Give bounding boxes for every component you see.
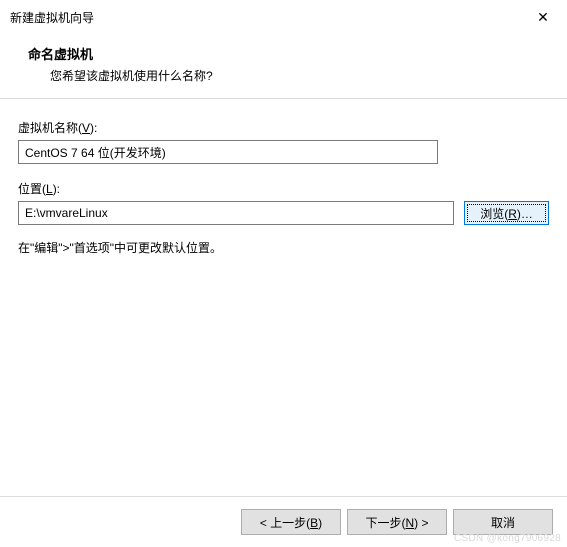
- wizard-header: 命名虚拟机 您希望该虚拟机使用什么名称?: [0, 34, 567, 99]
- back-button[interactable]: < 上一步(B): [241, 509, 341, 535]
- location-hint: 在"编辑">"首选项"中可更改默认位置。: [18, 239, 549, 256]
- location-input[interactable]: [18, 201, 454, 225]
- back-accel: B: [310, 516, 318, 530]
- location-label: 位置(L):: [18, 180, 549, 197]
- wizard-content: 虚拟机名称(V): 位置(L): 浏览(R)… 在"编辑">"首选项"中可更改默…: [0, 99, 567, 256]
- titlebar: 新建虚拟机向导 ✕: [0, 0, 567, 34]
- location-accel: L: [46, 182, 53, 196]
- page-subtitle: 您希望该虚拟机使用什么名称?: [0, 67, 567, 84]
- cancel-button[interactable]: 取消: [453, 509, 553, 535]
- next-button[interactable]: 下一步(N) >: [347, 509, 447, 535]
- page-title: 命名虚拟机: [0, 44, 567, 63]
- window-title: 新建虚拟机向导: [10, 9, 94, 26]
- close-icon[interactable]: ✕: [531, 10, 555, 24]
- vm-name-input[interactable]: [18, 140, 438, 164]
- next-accel: N: [405, 516, 414, 530]
- browse-button[interactable]: 浏览(R)…: [464, 201, 549, 225]
- wizard-footer: < 上一步(B) 下一步(N) > 取消: [0, 496, 567, 547]
- browse-accel: R: [508, 207, 517, 221]
- vm-name-label: 虚拟机名称(V):: [18, 119, 549, 136]
- vm-name-accel: V: [82, 121, 90, 135]
